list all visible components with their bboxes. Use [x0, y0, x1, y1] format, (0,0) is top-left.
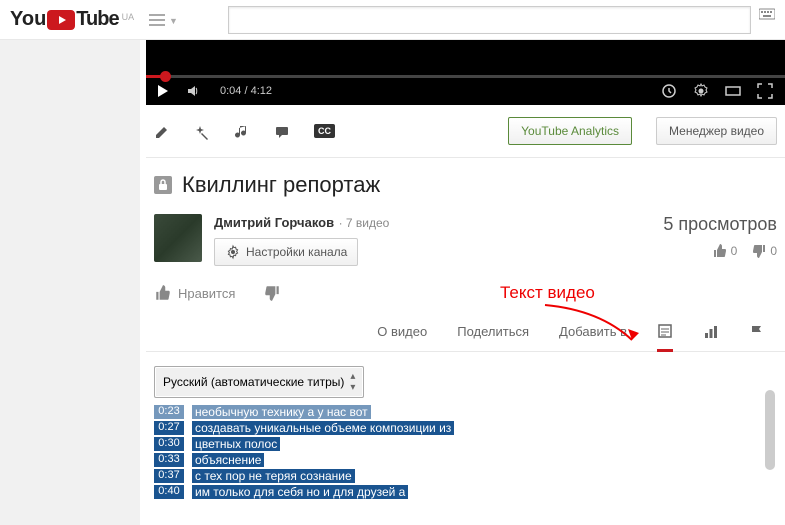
channel-video-count: · 7 видео	[339, 216, 390, 230]
fullscreen-icon[interactable]	[757, 83, 773, 99]
transcript-timestamp: 0:23	[154, 405, 184, 419]
tab-share[interactable]: Поделиться	[457, 324, 529, 349]
video-title: Квиллинг репортаж	[182, 172, 380, 198]
dislike-button[interactable]	[263, 284, 281, 302]
like-count: 0	[712, 243, 738, 259]
tab-add-to[interactable]: Добавить в	[559, 324, 627, 349]
video-player[interactable]: 0:04 / 4:12	[146, 40, 785, 105]
logo-region: UA	[122, 12, 135, 22]
transcript-icon	[657, 323, 673, 339]
privacy-icon	[154, 176, 172, 194]
transcript-text: объяснение	[192, 453, 264, 467]
transcript-line[interactable]: 0:30 цветных полос	[154, 436, 777, 452]
channel-avatar[interactable]	[154, 214, 202, 262]
dislike-count: 0	[751, 243, 777, 259]
search-input[interactable]	[228, 6, 751, 34]
youtube-logo[interactable]: You Tube UA	[10, 8, 134, 31]
time-display: 0:04 / 4:12	[220, 85, 272, 97]
transcript-line[interactable]: 0:33 объяснение	[154, 452, 777, 468]
watch-later-icon[interactable]	[661, 83, 677, 99]
transcript-line[interactable]: 0:40 им только для себя но и для друзей а	[154, 484, 777, 500]
play-button[interactable]	[158, 85, 168, 97]
logo-play-icon	[47, 10, 75, 30]
edit-icon[interactable]	[154, 122, 170, 139]
enhance-icon[interactable]	[194, 122, 210, 139]
tab-transcript[interactable]	[657, 322, 673, 352]
tab-about[interactable]: О видео	[377, 324, 427, 349]
logo-tube: Tube	[76, 8, 118, 31]
flag-icon	[749, 324, 765, 340]
channel-name[interactable]: Дмитрий Горчаков	[214, 215, 334, 230]
channel-settings-button[interactable]: Настройки канала	[214, 238, 358, 266]
analytics-button[interactable]: YouTube Analytics	[508, 117, 632, 145]
transcript-timestamp: 0:37	[154, 469, 184, 483]
thumbs-up-icon	[154, 284, 172, 302]
keyboard-icon[interactable]	[759, 6, 775, 34]
updown-icon: ▴▾	[350, 371, 355, 393]
captions-icon[interactable]: CC	[314, 124, 335, 138]
transcript-timestamp: 0:40	[154, 485, 184, 499]
transcript-line[interactable]: 0:37 с тех пор не теряя сознание	[154, 468, 777, 484]
annotations-icon[interactable]	[274, 122, 290, 139]
transcript-timestamp: 0:30	[154, 437, 184, 451]
volume-icon[interactable]	[186, 83, 202, 99]
tab-report[interactable]	[749, 323, 765, 350]
audio-icon[interactable]	[234, 122, 250, 139]
tab-stats[interactable]	[703, 323, 719, 350]
transcript-text: им только для себя но и для друзей а	[192, 485, 408, 499]
logo-you: You	[10, 8, 46, 31]
guide-menu-button[interactable]: ▼	[149, 11, 178, 28]
transcript-timestamp: 0:27	[154, 421, 184, 435]
like-button[interactable]: Нравится	[154, 284, 235, 302]
annotation-label: Текст видео	[500, 283, 595, 303]
transcript-line[interactable]: 0:23 необычную технику а у нас вот	[154, 404, 777, 420]
stats-icon	[703, 324, 719, 340]
transcript-language-select[interactable]: Русский (автоматические титры) ▴▾	[154, 366, 364, 398]
thumbs-down-icon	[751, 243, 767, 259]
thumbs-up-icon	[712, 243, 728, 259]
language-label: Русский (автоматические титры)	[163, 375, 344, 389]
scrollbar-thumb[interactable]	[765, 390, 775, 470]
transcript-text: с тех пор не теряя сознание	[192, 469, 355, 483]
theater-icon[interactable]	[725, 83, 741, 99]
transcript-text: необычную технику а у нас вот	[192, 405, 371, 419]
video-manager-button[interactable]: Менеджер видео	[656, 117, 777, 145]
transcript-text: создавать уникальные объеме композиции и…	[192, 421, 454, 435]
view-count: 5 просмотров	[663, 214, 777, 235]
transcript-line[interactable]: 0:27 создавать уникальные объеме композиц…	[154, 420, 777, 436]
transcript-list: 0:23 необычную технику а у нас вот 0:27 соз…	[154, 404, 777, 500]
thumbs-down-icon	[263, 284, 281, 302]
like-label: Нравится	[178, 286, 235, 301]
transcript-timestamp: 0:33	[154, 453, 184, 467]
gear-icon	[225, 244, 241, 260]
settings-icon[interactable]	[693, 83, 709, 99]
sidebar	[0, 40, 140, 525]
transcript-text: цветных полос	[192, 437, 280, 451]
